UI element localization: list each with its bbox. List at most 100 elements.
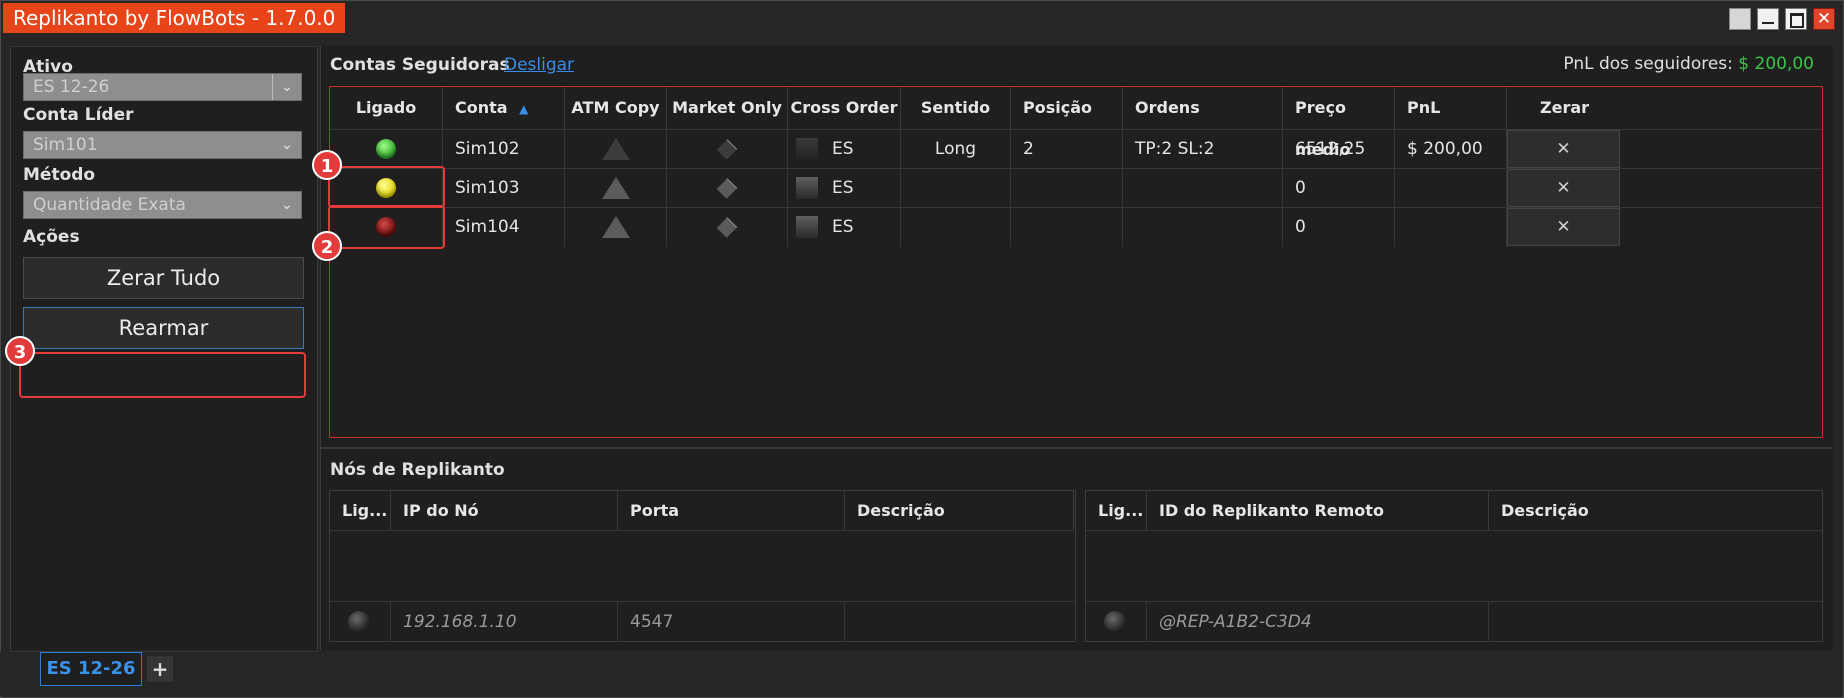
posicao-cell: 2 xyxy=(1011,130,1123,169)
left-panel: Ativo ES 12-26 ⌄ Conta Líder Sim101 ⌄ Mé… xyxy=(10,46,318,652)
market-only-cell[interactable] xyxy=(667,208,788,247)
market-only-cell[interactable] xyxy=(667,130,788,169)
col-ligado[interactable]: Ligado xyxy=(330,87,443,129)
col-zerar[interactable]: Zerar xyxy=(1507,87,1622,129)
col-porta[interactable]: Porta xyxy=(618,491,845,531)
node-status-cell[interactable] xyxy=(330,602,391,642)
desligar-link[interactable]: Desligar xyxy=(504,55,574,75)
minimize-button[interactable] xyxy=(1757,8,1779,30)
col-descricao[interactable]: Descrição xyxy=(1489,491,1822,531)
cross-order-value: ES xyxy=(832,139,854,159)
posicao-cell xyxy=(1011,169,1123,208)
highlight-box-1 xyxy=(328,166,445,208)
remote-id-input[interactable]: @REP-A1B2-C3D4 xyxy=(1147,602,1489,642)
col-remote-id[interactable]: ID do Replikanto Remoto xyxy=(1147,491,1489,531)
col-ip[interactable]: IP do Nó xyxy=(391,491,618,531)
status-cell[interactable] xyxy=(330,130,443,169)
sentido-cell: Long xyxy=(901,130,1011,169)
remote-nodes-grid: Lig... ID do Replikanto Remoto Descrição… xyxy=(1085,490,1823,642)
market-only-cell[interactable] xyxy=(667,169,788,208)
tab-bar: ES 12-26 + xyxy=(0,652,1842,696)
chevron-down-icon[interactable]: ⌄ xyxy=(273,192,301,218)
atm-copy-cell[interactable] xyxy=(565,130,667,169)
pnl-cell xyxy=(1395,169,1507,208)
table-row[interactable]: Sim104 ES 0 ✕ xyxy=(330,207,1822,247)
porta-input[interactable]: 4547 xyxy=(618,602,845,642)
chevron-down-icon[interactable]: ⌄ xyxy=(273,132,301,158)
col-ordens[interactable]: Ordens xyxy=(1123,87,1283,129)
table-row[interactable]: Sim102 ES Long 2 TP:2 SL:2 6512,25 $ 200… xyxy=(330,129,1822,169)
add-tab-button[interactable]: + xyxy=(147,656,173,682)
remote-descricao-input[interactable] xyxy=(1489,602,1822,642)
rearmar-button[interactable]: Rearmar xyxy=(23,307,304,349)
col-pnl[interactable]: PnL xyxy=(1395,87,1507,129)
pnl-cell xyxy=(1395,208,1507,247)
atm-copy-cell[interactable] xyxy=(565,169,667,208)
chevron-down-icon[interactable]: ⌄ xyxy=(272,74,301,100)
col-cross-order[interactable]: Cross Order xyxy=(788,87,901,129)
conta-lider-select[interactable]: Sim101 ⌄ xyxy=(23,131,302,159)
remote-status-cell[interactable] xyxy=(1086,602,1147,642)
market-only-toggle-icon[interactable] xyxy=(716,177,738,199)
tab-es-12-26[interactable]: ES 12-26 xyxy=(40,652,142,686)
cross-order-toggle-icon[interactable] xyxy=(796,216,818,238)
conta-cell: Sim104 xyxy=(443,208,565,247)
market-only-toggle-icon[interactable] xyxy=(716,138,738,160)
table-row[interactable]: Sim103 ES 0 ✕ xyxy=(330,168,1822,208)
sentido-cell xyxy=(901,169,1011,208)
ordens-cell xyxy=(1123,169,1283,208)
new-node-row[interactable]: 192.168.1.10 4547 xyxy=(330,601,1075,642)
col-atm-copy[interactable]: ATM Copy xyxy=(565,87,667,129)
window-option-button[interactable] xyxy=(1729,8,1751,30)
zerar-row-button[interactable]: ✕ xyxy=(1507,208,1620,246)
ativo-select[interactable]: ES 12-26 ⌄ xyxy=(23,73,302,101)
ip-input[interactable]: 192.168.1.10 xyxy=(391,602,618,642)
followers-pnl-value: $ 200,00 xyxy=(1738,54,1814,74)
local-nodes-grid: Lig... IP do Nó Porta Descrição 192.168.… xyxy=(329,490,1076,642)
col-preco-medio[interactable]: Preço médio xyxy=(1283,87,1395,159)
descricao-input[interactable] xyxy=(845,602,1076,642)
remote-status-icon[interactable] xyxy=(1104,611,1126,633)
splitter[interactable] xyxy=(320,447,1832,449)
atm-copy-cell[interactable] xyxy=(565,208,667,247)
atm-copy-toggle-icon[interactable] xyxy=(601,177,630,199)
maximize-button[interactable] xyxy=(1785,8,1807,30)
cross-order-cell[interactable]: ES xyxy=(788,169,901,208)
close-button[interactable]: ✕ xyxy=(1813,8,1835,30)
atm-copy-toggle-icon[interactable] xyxy=(601,138,630,160)
conta-cell: Sim103 xyxy=(443,169,565,208)
col-descricao[interactable]: Descrição xyxy=(845,491,1074,531)
status-green-icon[interactable] xyxy=(376,139,396,159)
col-conta[interactable]: Conta ▲ xyxy=(443,87,565,129)
cross-order-toggle-icon[interactable] xyxy=(796,177,818,199)
annotation-badge-3: 3 xyxy=(5,336,35,366)
market-only-toggle-icon[interactable] xyxy=(716,216,738,238)
cross-order-value: ES xyxy=(832,217,854,237)
cross-order-value: ES xyxy=(832,178,854,198)
preco-medio-cell: 0 xyxy=(1283,169,1395,208)
highlight-box-3 xyxy=(19,352,306,398)
zerar-row-button[interactable]: ✕ xyxy=(1507,130,1620,168)
annotation-badge-2: 2 xyxy=(312,231,342,261)
col-posicao[interactable]: Posição xyxy=(1011,87,1123,129)
new-remote-row[interactable]: @REP-A1B2-C3D4 xyxy=(1086,601,1822,642)
ordens-cell xyxy=(1123,208,1283,247)
col-market-only[interactable]: Market Only xyxy=(667,87,788,129)
sort-asc-icon: ▲ xyxy=(519,102,529,116)
metodo-select[interactable]: Quantidade Exata ⌄ xyxy=(23,191,302,219)
followers-title: Contas Seguidoras xyxy=(330,55,510,75)
zerar-row-button[interactable]: ✕ xyxy=(1507,169,1620,207)
annotation-badge-1: 1 xyxy=(312,150,342,180)
atm-copy-toggle-icon[interactable] xyxy=(601,216,630,238)
col-ligado-short[interactable]: Lig... xyxy=(330,491,391,531)
acoes-label: Ações xyxy=(23,227,80,247)
col-ligado-short[interactable]: Lig... xyxy=(1086,491,1147,531)
followers-pnl-label: PnL dos seguidores: xyxy=(1563,54,1733,74)
node-status-icon[interactable] xyxy=(348,611,370,633)
col-sentido[interactable]: Sentido xyxy=(901,87,1011,129)
cross-order-cell[interactable]: ES xyxy=(788,130,901,169)
conta-lider-label: Conta Líder xyxy=(23,105,134,125)
zerar-tudo-button[interactable]: Zerar Tudo xyxy=(23,257,304,299)
cross-order-cell[interactable]: ES xyxy=(788,208,901,247)
cross-order-toggle-icon[interactable] xyxy=(796,138,818,160)
